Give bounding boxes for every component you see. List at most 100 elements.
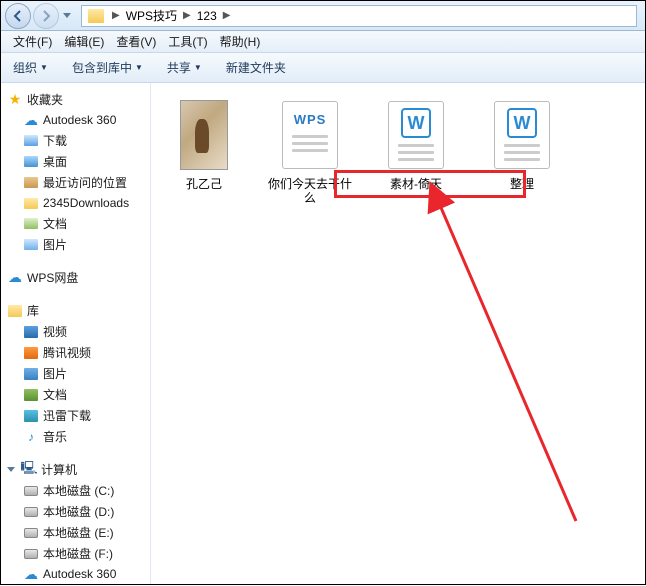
file-content-area[interactable]: 孔乙己 WPS 你们今天去干什么 W 素材-倚天 W 整理 bbox=[151, 83, 645, 584]
file-item[interactable]: 孔乙己 bbox=[161, 99, 247, 191]
sidebar-item-autodesk360-drive[interactable]: ☁Autodesk 360 bbox=[5, 564, 146, 584]
sidebar-label: WPS网盘 bbox=[27, 269, 78, 286]
file-label: 素材-倚天 bbox=[374, 177, 458, 191]
file-label: 整理 bbox=[480, 177, 564, 191]
toolbar-organize[interactable]: 组织 ▼ bbox=[9, 56, 52, 79]
sidebar-item-documents[interactable]: 文档 bbox=[5, 213, 146, 234]
toolbar-share[interactable]: 共享 ▼ bbox=[163, 56, 206, 79]
menu-edit[interactable]: 编辑(E) bbox=[58, 31, 110, 52]
menu-view[interactable]: 查看(V) bbox=[110, 31, 162, 52]
sidebar-item-xunlei[interactable]: 迅雷下载 bbox=[5, 405, 146, 426]
sidebar-header-libraries[interactable]: 库 bbox=[5, 300, 146, 321]
sidebar-item-pictures[interactable]: 图片 bbox=[5, 234, 146, 255]
main-area: ★ 收藏夹 ☁Autodesk 360 下载 桌面 最近访问的位置 2345Do… bbox=[1, 83, 645, 584]
drive-icon bbox=[23, 483, 39, 499]
document-icon bbox=[23, 216, 39, 232]
expand-icon bbox=[7, 467, 15, 472]
sidebar-item-recent[interactable]: 最近访问的位置 bbox=[5, 172, 146, 193]
wps-file-icon: WPS bbox=[282, 101, 338, 169]
sidebar-header-favorites[interactable]: ★ 收藏夹 bbox=[5, 89, 146, 110]
drive-icon bbox=[23, 504, 39, 520]
chevron-down-icon bbox=[63, 13, 71, 18]
titlebar: ▶ WPS技巧 ▶ 123 ▶ bbox=[1, 1, 645, 31]
toolbar: 组织 ▼ 包含到库中 ▼ 共享 ▼ 新建文件夹 bbox=[1, 53, 645, 83]
arrow-right-icon bbox=[39, 9, 53, 23]
music-icon: ♪ bbox=[23, 429, 39, 445]
breadcrumb-item-2[interactable]: 123 bbox=[195, 7, 219, 25]
sidebar-group-libraries: 库 视频 腾讯视频 图片 文档 迅雷下载 ♪音乐 bbox=[5, 300, 146, 447]
sidebar-item-2345downloads[interactable]: 2345Downloads bbox=[5, 193, 146, 213]
word-file-icon: W bbox=[494, 101, 550, 169]
menubar: 文件(F) 编辑(E) 查看(V) 工具(T) 帮助(H) bbox=[1, 31, 645, 53]
download-icon bbox=[23, 133, 39, 149]
file-item[interactable]: W 素材-倚天 bbox=[373, 99, 459, 191]
breadcrumb[interactable]: ▶ WPS技巧 ▶ 123 ▶ bbox=[81, 5, 637, 27]
star-icon: ★ bbox=[7, 92, 23, 108]
menu-help[interactable]: 帮助(H) bbox=[214, 31, 267, 52]
library-icon bbox=[7, 303, 23, 319]
nav-history-dropdown[interactable] bbox=[61, 3, 75, 29]
file-item[interactable]: W 整理 bbox=[479, 99, 565, 191]
file-label: 你们今天去干什么 bbox=[268, 177, 352, 206]
menu-file[interactable]: 文件(F) bbox=[7, 31, 58, 52]
chevron-down-icon: ▼ bbox=[135, 63, 143, 72]
sidebar-label: 库 bbox=[27, 302, 39, 319]
desktop-icon bbox=[23, 154, 39, 170]
sidebar-group-favorites: ★ 收藏夹 ☁Autodesk 360 下载 桌面 最近访问的位置 2345Do… bbox=[5, 89, 146, 255]
sidebar: ★ 收藏夹 ☁Autodesk 360 下载 桌面 最近访问的位置 2345Do… bbox=[1, 83, 151, 584]
image-icon bbox=[180, 100, 228, 170]
sidebar-label: 计算机 bbox=[41, 461, 77, 478]
chevron-down-icon: ▼ bbox=[194, 63, 202, 72]
recent-icon bbox=[23, 175, 39, 191]
sidebar-label: 收藏夹 bbox=[27, 91, 63, 108]
breadcrumb-item-1[interactable]: WPS技巧 bbox=[124, 5, 179, 26]
video-icon bbox=[23, 324, 39, 340]
download-icon bbox=[23, 408, 39, 424]
sidebar-item-music[interactable]: ♪音乐 bbox=[5, 426, 146, 447]
breadcrumb-sep-icon: ▶ bbox=[183, 10, 191, 21]
file-thumbnail: W bbox=[386, 99, 446, 171]
sidebar-item-desktop[interactable]: 桌面 bbox=[5, 151, 146, 172]
sidebar-item-drive-e[interactable]: 本地磁盘 (E:) bbox=[5, 522, 146, 543]
sidebar-item-drive-f[interactable]: 本地磁盘 (F:) bbox=[5, 543, 146, 564]
picture-icon bbox=[23, 237, 39, 253]
sidebar-group-wpscloud: ☁ WPS网盘 bbox=[5, 267, 146, 288]
computer-icon: 🖳 bbox=[21, 462, 37, 478]
sidebar-item-wpscloud[interactable]: ☁ WPS网盘 bbox=[5, 267, 146, 288]
breadcrumb-sep-icon: ▶ bbox=[112, 10, 120, 21]
sidebar-item-autodesk360[interactable]: ☁Autodesk 360 bbox=[5, 110, 146, 130]
menu-tools[interactable]: 工具(T) bbox=[162, 31, 213, 52]
sidebar-item-drive-d[interactable]: 本地磁盘 (D:) bbox=[5, 501, 146, 522]
cloud-icon: ☁ bbox=[23, 112, 39, 128]
word-file-icon: W bbox=[388, 101, 444, 169]
folder-icon bbox=[23, 195, 39, 211]
cloud-icon: ☁ bbox=[23, 566, 39, 582]
file-thumbnail: W bbox=[492, 99, 552, 171]
nav-back-button[interactable] bbox=[5, 3, 31, 29]
video-icon bbox=[23, 345, 39, 361]
drive-icon bbox=[23, 546, 39, 562]
document-icon bbox=[23, 387, 39, 403]
chevron-down-icon: ▼ bbox=[40, 63, 48, 72]
sidebar-item-drive-c[interactable]: 本地磁盘 (C:) bbox=[5, 480, 146, 501]
folder-icon bbox=[88, 9, 104, 23]
toolbar-include-library[interactable]: 包含到库中 ▼ bbox=[68, 56, 147, 79]
toolbar-newfolder[interactable]: 新建文件夹 bbox=[222, 56, 290, 79]
sidebar-group-computer: 🖳 计算机 本地磁盘 (C:) 本地磁盘 (D:) 本地磁盘 (E:) 本地磁盘… bbox=[5, 459, 146, 584]
picture-icon bbox=[23, 366, 39, 382]
sidebar-item-lib-documents[interactable]: 文档 bbox=[5, 384, 146, 405]
sidebar-item-videos[interactable]: 视频 bbox=[5, 321, 146, 342]
file-item[interactable]: WPS 你们今天去干什么 bbox=[267, 99, 353, 206]
sidebar-header-computer[interactable]: 🖳 计算机 bbox=[5, 459, 146, 480]
file-thumbnail: WPS bbox=[280, 99, 340, 171]
sidebar-item-lib-pictures[interactable]: 图片 bbox=[5, 363, 146, 384]
sidebar-item-tencentvideo[interactable]: 腾讯视频 bbox=[5, 342, 146, 363]
drive-icon bbox=[23, 525, 39, 541]
file-label: 孔乙己 bbox=[162, 177, 246, 191]
arrow-left-icon bbox=[11, 9, 25, 23]
sidebar-item-downloads[interactable]: 下载 bbox=[5, 130, 146, 151]
file-thumbnail bbox=[174, 99, 234, 171]
cloud-icon: ☁ bbox=[7, 270, 23, 286]
nav-forward-button[interactable] bbox=[33, 3, 59, 29]
breadcrumb-sep-icon: ▶ bbox=[223, 10, 231, 21]
